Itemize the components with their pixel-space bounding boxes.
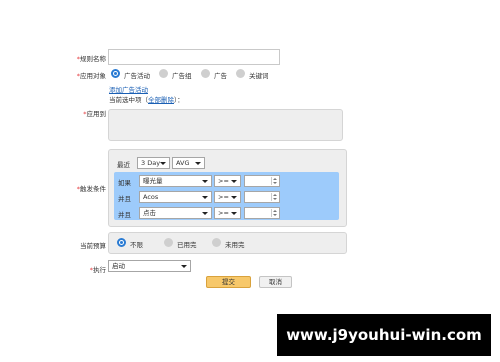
execute-select[interactable]: 启动 — [108, 260, 191, 272]
radio-keyword[interactable] — [236, 69, 245, 78]
trigger-label: *触发条件 — [76, 185, 106, 193]
apply-to-box[interactable] — [108, 109, 343, 141]
submit-button[interactable]: 提交 — [206, 276, 251, 288]
radio-budget-used-up-label: 已用完 — [177, 241, 197, 249]
execute-label: *执行 — [89, 266, 106, 274]
budget-label: 当前预算 — [80, 242, 106, 250]
radio-adgroup[interactable] — [159, 69, 168, 78]
condition-connector: 并且 — [118, 195, 131, 203]
apply-object-label: *应用对象 — [76, 72, 106, 80]
condition-metric-select[interactable]: 点击 — [139, 207, 212, 219]
watermark-banner: www.j9youhui-win.com — [277, 314, 491, 356]
spinner-icon[interactable] — [271, 209, 278, 217]
condition-connector: 并且 — [118, 211, 131, 219]
radio-ad-label: 广告 — [214, 72, 227, 80]
radio-budget-not-used-up-label: 未用完 — [225, 241, 245, 249]
radio-keyword-label: 关键词 — [249, 72, 269, 80]
chevron-down-icon — [231, 180, 237, 183]
radio-budget-used-up[interactable] — [164, 238, 173, 247]
chevron-down-icon — [231, 212, 237, 215]
aggregate-select[interactable]: AVG — [172, 157, 205, 169]
condition-metric-select[interactable]: 曝光量 — [139, 175, 212, 187]
condition-metric-select[interactable]: Acos — [139, 191, 212, 203]
radio-campaign-label: 广告活动 — [124, 72, 150, 80]
rule-name-label: *规则名称 — [76, 55, 106, 63]
spinner-icon[interactable] — [271, 193, 278, 201]
period-select[interactable]: 3 Day — [137, 157, 170, 169]
recent-label: 最近 — [117, 161, 130, 169]
apply-to-label: *应用到 — [83, 110, 106, 118]
chevron-down-icon — [202, 212, 208, 215]
condition-value-input[interactable] — [244, 191, 280, 203]
chevron-down-icon — [231, 196, 237, 199]
radio-budget-not-used-up[interactable] — [212, 238, 221, 247]
condition-operator-select[interactable]: >= — [214, 175, 241, 187]
condition-value-input[interactable] — [244, 175, 280, 187]
condition-operator-select[interactable]: >= — [214, 191, 241, 203]
radio-budget-unlimited-label: 不限 — [130, 241, 143, 249]
chevron-down-icon — [195, 162, 201, 165]
add-campaign-link[interactable]: 添加广告活动 — [109, 84, 148, 94]
rule-name-input[interactable] — [108, 49, 280, 65]
condition-connector: 如果 — [118, 179, 131, 187]
spinner-icon[interactable] — [271, 177, 278, 185]
radio-adgroup-label: 广告组 — [172, 72, 192, 80]
chevron-down-icon — [181, 265, 187, 268]
chevron-down-icon — [202, 180, 208, 183]
selected-items-text: 当前选中项（全部删除）： — [109, 96, 184, 104]
radio-campaign[interactable] — [111, 69, 120, 78]
condition-value-input[interactable] — [244, 207, 280, 219]
cancel-button[interactable]: 取消 — [259, 276, 292, 288]
chevron-down-icon — [160, 162, 166, 165]
chevron-down-icon — [202, 196, 208, 199]
condition-operator-select[interactable]: >= — [214, 207, 241, 219]
radio-ad[interactable] — [201, 69, 210, 78]
clear-all-link[interactable]: 全部删除 — [148, 96, 174, 104]
radio-budget-unlimited[interactable] — [117, 238, 126, 247]
